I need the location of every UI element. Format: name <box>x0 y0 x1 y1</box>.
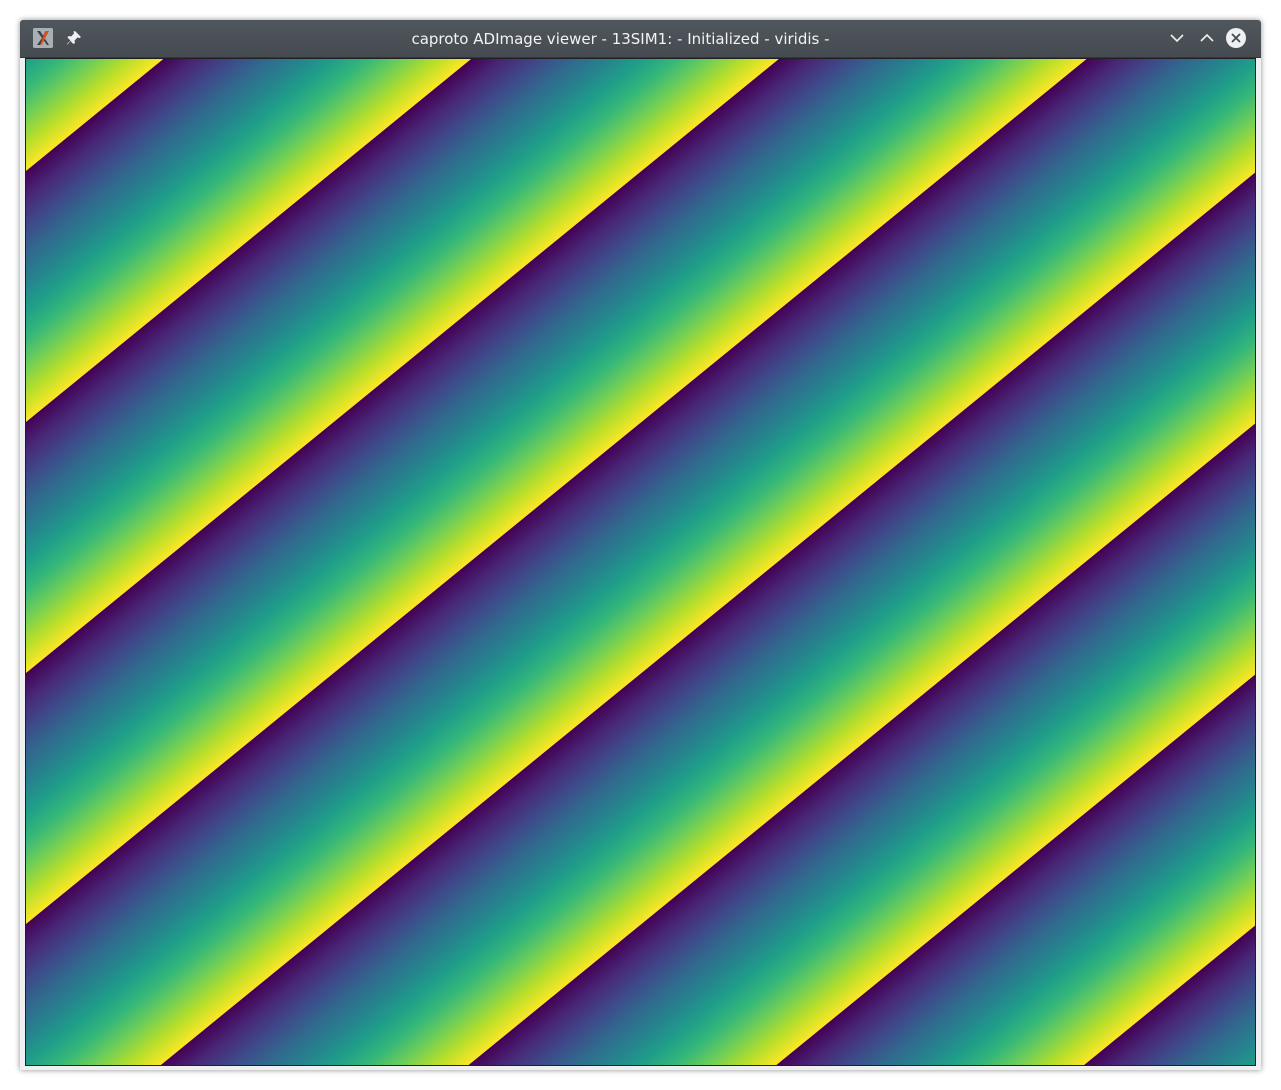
close-button[interactable] <box>1225 27 1247 49</box>
image-pixels <box>26 59 1255 1065</box>
maximize-button[interactable] <box>1196 27 1218 49</box>
minimize-button[interactable] <box>1166 27 1188 49</box>
x-app-icon[interactable] <box>33 28 53 48</box>
close-circle-icon <box>1226 28 1246 48</box>
detector-image <box>26 59 1255 1065</box>
window-title: caproto ADImage viewer - 13SIM1: - Initi… <box>411 30 830 48</box>
image-display[interactable] <box>25 58 1256 1066</box>
pin-icon[interactable] <box>64 28 84 48</box>
chevron-down-icon <box>1170 34 1184 43</box>
chevron-up-icon <box>1200 33 1214 42</box>
title-bar[interactable]: caproto ADImage viewer - 13SIM1: - Initi… <box>20 20 1261 58</box>
image-viewer-window: caproto ADImage viewer - 13SIM1: - Initi… <box>20 20 1261 1070</box>
